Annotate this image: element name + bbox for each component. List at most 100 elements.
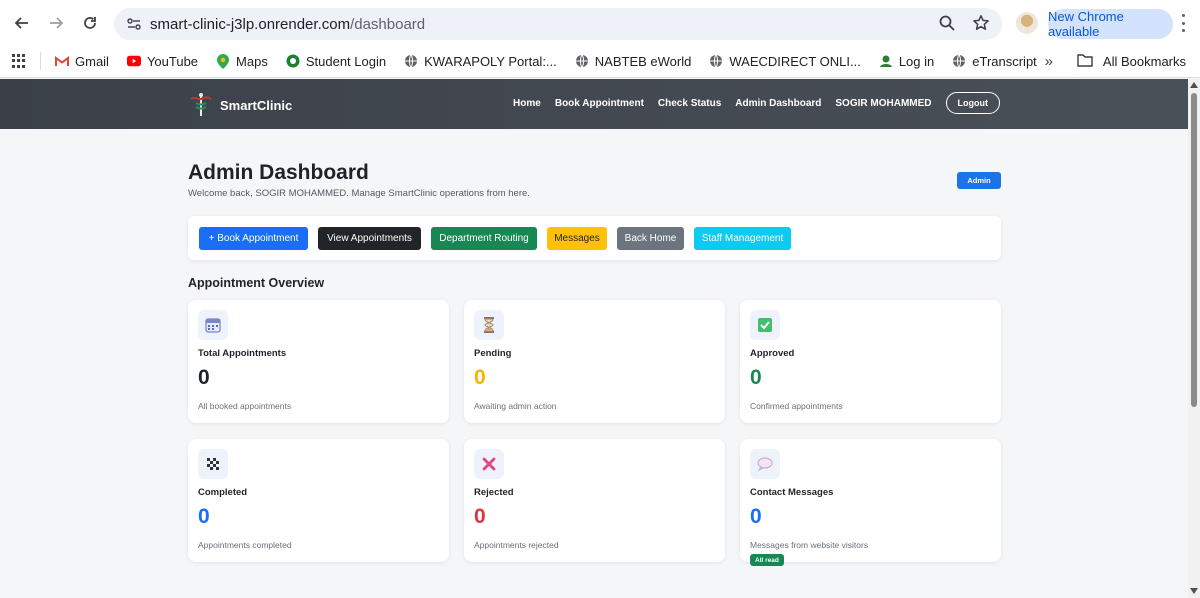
scroll-down-arrow-icon[interactable] bbox=[1190, 588, 1198, 594]
bookmark-label: Log in bbox=[898, 53, 935, 69]
stat-value: 0 bbox=[474, 366, 486, 389]
bookmark-star-icon[interactable] bbox=[972, 14, 990, 37]
calendar-icon bbox=[198, 310, 228, 340]
bookmarks-bar: Gmail YouTube Maps Student Login KWARAPO… bbox=[0, 45, 1200, 78]
page-subtitle: Welcome back, SOGIR MOHAMMED. Manage Sma… bbox=[188, 188, 530, 199]
student-login-icon bbox=[286, 54, 300, 68]
scroll-up-arrow-icon[interactable] bbox=[1190, 82, 1198, 88]
stat-value: 0 bbox=[750, 505, 762, 528]
messages-button[interactable]: Messages bbox=[547, 227, 607, 250]
nav-user-name[interactable]: SOGIR MOHAMMED bbox=[835, 98, 931, 109]
brand-name: SmartClinic bbox=[220, 98, 293, 113]
url-path: /dashboard bbox=[350, 15, 426, 33]
web-page: SmartClinic Home Book Appointment Check … bbox=[0, 79, 1188, 598]
stat-card-contact-messages: Contact Messages 0 Messages from website… bbox=[740, 439, 1001, 566]
department-routing-button[interactable]: Department Routing bbox=[431, 227, 537, 250]
section-title: Appointment Overview bbox=[188, 276, 325, 290]
page-title: Admin Dashboard bbox=[188, 161, 369, 184]
site-navbar: SmartClinic Home Book Appointment Check … bbox=[0, 79, 1188, 129]
zoom-search-icon[interactable] bbox=[938, 14, 956, 37]
stat-description: Messages from website visitors bbox=[750, 540, 869, 550]
bookmark-nabteb[interactable]: NABTEB eWorld bbox=[575, 53, 692, 69]
stat-label: Rejected bbox=[474, 487, 514, 498]
stat-label: Approved bbox=[750, 348, 795, 359]
speech-bubble-icon bbox=[750, 449, 780, 479]
all-read-badge: All read bbox=[750, 554, 784, 566]
url-text: smart-clinic-j3lp.onrender.com/dashboard bbox=[150, 16, 425, 33]
globe-icon bbox=[709, 54, 723, 68]
browser-toolbar: smart-clinic-j3lp.onrender.com/dashboard… bbox=[0, 0, 1200, 45]
more-bookmarks-chevron-icon[interactable]: » bbox=[1045, 53, 1053, 70]
bookmark-label: NABTEB eWorld bbox=[594, 53, 692, 69]
bookmark-label: Maps bbox=[236, 53, 268, 69]
stat-value: 0 bbox=[198, 505, 210, 528]
apps-grid-icon[interactable] bbox=[12, 54, 26, 68]
stat-card-pending: Pending 0 Awaiting admin action bbox=[464, 300, 725, 423]
scroll-thumb[interactable] bbox=[1191, 93, 1197, 407]
profile-avatar[interactable] bbox=[1016, 12, 1038, 34]
bookmark-maps[interactable]: Maps bbox=[216, 53, 268, 69]
bookmark-youtube[interactable]: YouTube bbox=[126, 53, 199, 69]
bookmark-student-login[interactable]: Student Login bbox=[286, 54, 386, 69]
cross-icon bbox=[474, 449, 504, 479]
stat-value: 0 bbox=[750, 366, 762, 389]
stat-description: Awaiting admin action bbox=[474, 401, 557, 411]
all-bookmarks-button[interactable]: All Bookmarks bbox=[1103, 54, 1186, 69]
nav-links: Home Book Appointment Check Status Admin… bbox=[513, 92, 1000, 114]
new-chrome-available-button[interactable]: New Chrome available bbox=[1048, 9, 1173, 39]
globe-icon bbox=[575, 54, 589, 68]
quick-actions-bar: + Book Appointment View Appointments Dep… bbox=[188, 216, 1001, 260]
nav-admin-dashboard[interactable]: Admin Dashboard bbox=[735, 98, 821, 109]
brand-link[interactable]: SmartClinic bbox=[188, 91, 292, 120]
bookmark-label: WAECDIRECT ONLI... bbox=[729, 53, 861, 69]
globe-icon bbox=[952, 54, 966, 68]
nav-home[interactable]: Home bbox=[513, 98, 541, 109]
caduceus-logo-icon bbox=[188, 91, 214, 120]
bookmarks-separator bbox=[40, 52, 41, 70]
login-icon bbox=[879, 54, 893, 68]
youtube-icon bbox=[126, 54, 141, 68]
bookmark-etranscript[interactable]: eTranscript bbox=[952, 54, 1037, 69]
chrome-menu-icon[interactable] bbox=[1180, 14, 1186, 32]
nav-book-appointment[interactable]: Book Appointment bbox=[555, 98, 644, 109]
book-appointment-button[interactable]: + Book Appointment bbox=[199, 227, 308, 250]
role-badge: Admin bbox=[957, 172, 1001, 189]
reload-icon[interactable] bbox=[75, 8, 105, 38]
stat-label: Pending bbox=[474, 348, 512, 359]
stat-description: All booked appointments bbox=[198, 401, 292, 411]
stat-value: 0 bbox=[198, 366, 210, 389]
stat-card-total: Total Appointments 0 All booked appointm… bbox=[188, 300, 449, 423]
bookmark-log-in[interactable]: Log in bbox=[879, 54, 934, 69]
stat-description: Appointments rejected bbox=[474, 540, 559, 550]
stat-card-completed: Completed 0 Appointments completed bbox=[188, 439, 449, 562]
stat-description: Appointments completed bbox=[198, 540, 292, 550]
bookmark-label: Gmail bbox=[75, 53, 109, 69]
stat-value: 0 bbox=[474, 505, 486, 528]
site-settings-icon[interactable] bbox=[124, 14, 144, 34]
folder-icon bbox=[1077, 53, 1093, 70]
nav-check-status[interactable]: Check Status bbox=[658, 98, 721, 109]
bookmark-label: KWARAPOLY Portal:... bbox=[424, 53, 557, 69]
view-appointments-button[interactable]: View Appointments bbox=[318, 227, 421, 250]
bookmark-label: YouTube bbox=[146, 53, 199, 69]
bookmark-kwarapoly[interactable]: KWARAPOLY Portal:... bbox=[404, 54, 557, 69]
staff-management-button[interactable]: Staff Management bbox=[694, 227, 791, 250]
page-scrollbar[interactable] bbox=[1188, 79, 1200, 598]
checkered-flag-icon bbox=[198, 449, 228, 479]
back-home-button[interactable]: Back Home bbox=[617, 227, 684, 250]
stat-label: Completed bbox=[198, 487, 248, 498]
stat-card-rejected: Rejected 0 Appointments rejected bbox=[464, 439, 725, 562]
stat-label: Contact Messages bbox=[750, 487, 834, 498]
stat-description: Confirmed appointments bbox=[750, 401, 843, 411]
maps-icon bbox=[216, 53, 230, 69]
bookmark-label: Student Login bbox=[305, 53, 387, 69]
bookmark-waecdirect[interactable]: WAECDIRECT ONLI... bbox=[709, 53, 861, 69]
check-box-icon bbox=[750, 310, 780, 340]
forward-icon[interactable] bbox=[41, 8, 71, 38]
back-icon[interactable] bbox=[7, 8, 37, 38]
bookmark-gmail[interactable]: Gmail bbox=[55, 54, 109, 69]
address-bar[interactable]: smart-clinic-j3lp.onrender.com/dashboard bbox=[114, 8, 1002, 40]
logout-button[interactable]: Logout bbox=[945, 92, 1000, 114]
bookmark-label: eTranscript bbox=[972, 53, 1037, 69]
hourglass-icon bbox=[474, 310, 504, 340]
